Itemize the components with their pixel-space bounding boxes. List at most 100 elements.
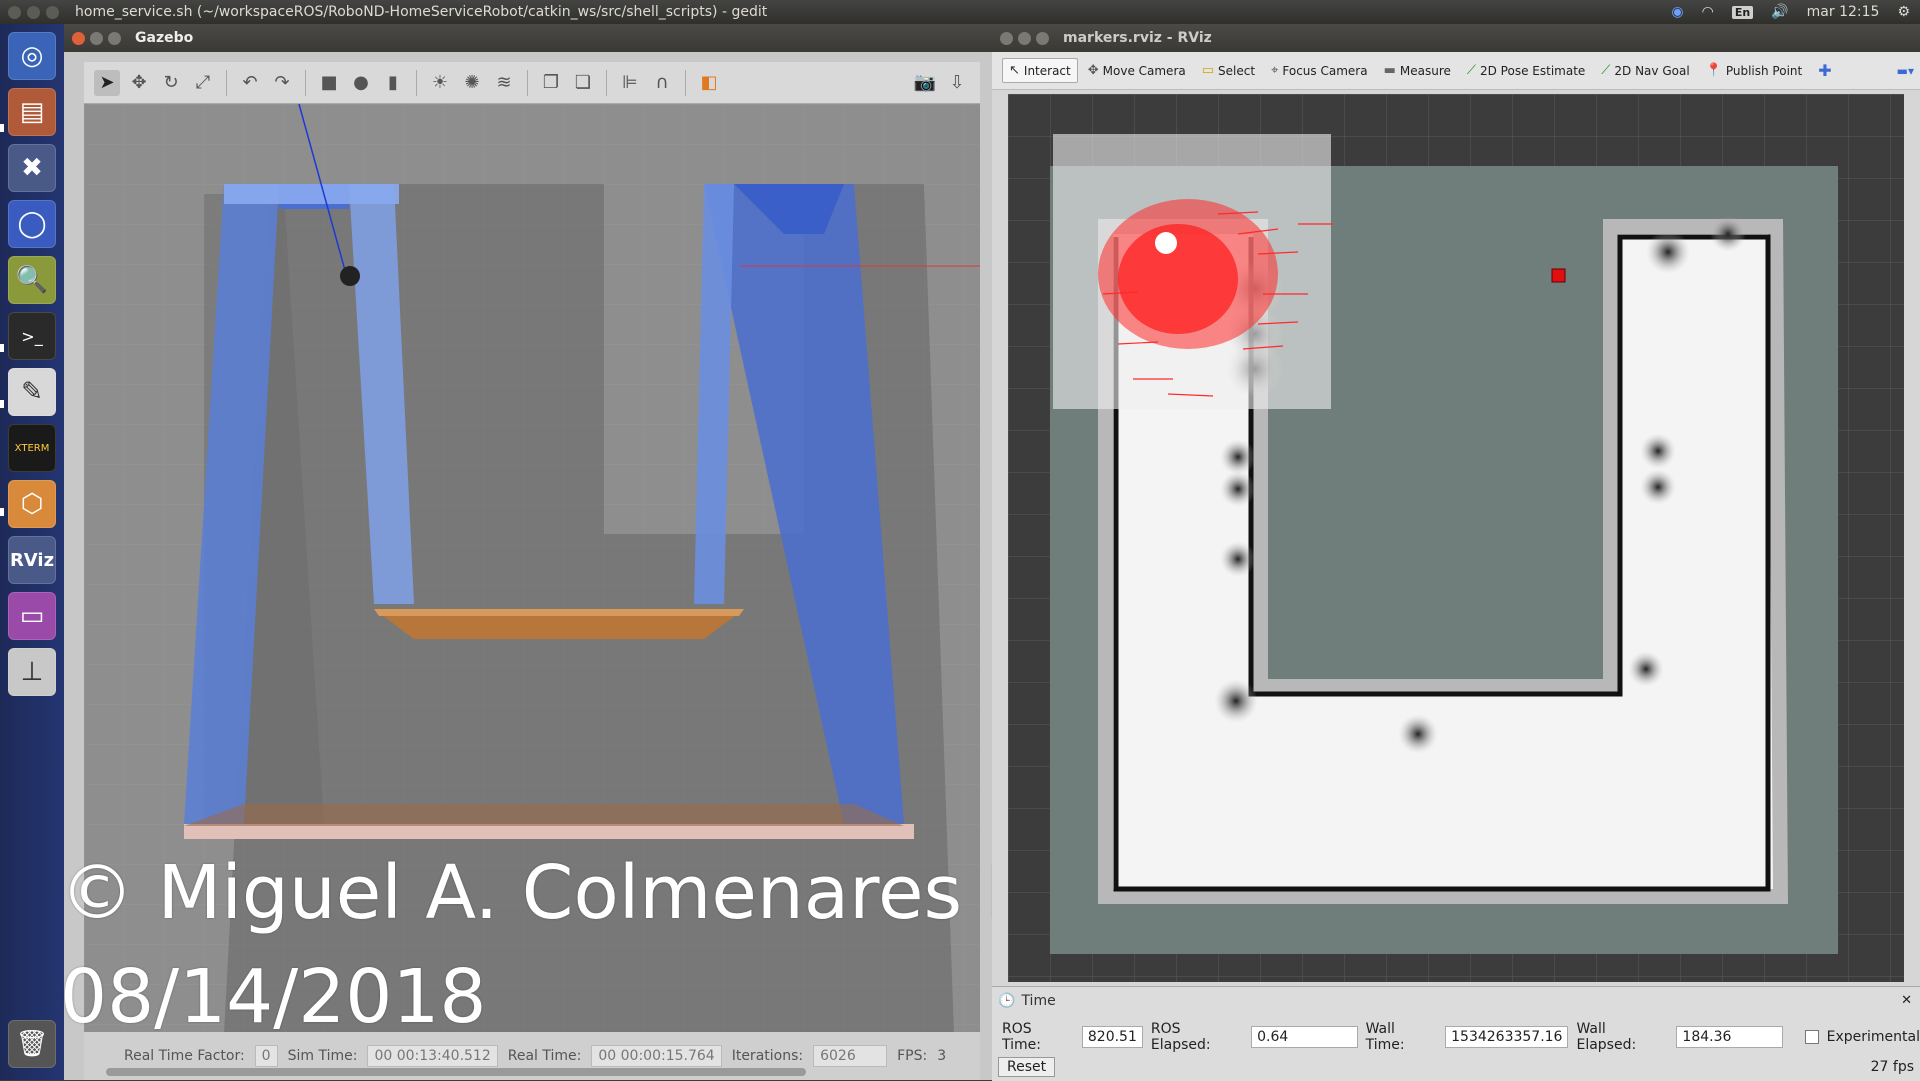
unity-launcher: ◎ ▤ ✖ ◯ 🔍 >_ ✎ XTERM ⬡ RViz ▭ ⊥ 🗑 (0, 24, 65, 1080)
view-angle-icon[interactable]: ◧ (696, 70, 722, 96)
minimize-icon[interactable] (1018, 31, 1031, 45)
scanner-icon[interactable]: ⊥ (8, 648, 56, 696)
rviz-3d-view[interactable] (1008, 94, 1904, 982)
point-light-icon[interactable]: ☀ (427, 70, 453, 96)
wall-elapsed-field[interactable]: 184.36 (1676, 1026, 1783, 1048)
xterm-icon[interactable]: XTERM (8, 424, 56, 472)
gazebo-titlebar[interactable]: Gazebo (64, 24, 992, 52)
volume-icon[interactable]: 🔊 (1771, 4, 1788, 20)
horizontal-scrollbar[interactable] (106, 1068, 806, 1076)
gear-icon[interactable]: ⚙ (1897, 4, 1910, 20)
focus-camera-icon: ⌖ (1271, 63, 1279, 78)
align-icon[interactable]: ⊫ (617, 70, 643, 96)
close-icon[interactable] (1000, 31, 1013, 45)
tool-label: Select (1218, 63, 1256, 78)
system-tray: ◉ ◠ En 🔊 mar 12:15 ⚙ (1671, 4, 1910, 20)
minimize-icon[interactable] (90, 31, 103, 45)
select-arrow-icon[interactable]: ➤ (94, 69, 120, 96)
window-icon[interactable]: ▭ (8, 592, 56, 640)
tool-focus-camera[interactable]: ⌖ Focus Camera (1265, 59, 1374, 82)
running-indicator (0, 508, 4, 516)
toolbar-separator (606, 69, 607, 96)
clock[interactable]: mar 12:15 (1807, 4, 1880, 20)
gazebo-window-controls[interactable] (72, 31, 121, 45)
rviz-tools-toolbar: ↖ Interact ✥ Move Camera ▭ Select ⌖ Focu… (992, 52, 1920, 90)
experimental-label: Experimental (1826, 1029, 1920, 1045)
rtf-label: Real Time Factor: (124, 1048, 245, 1064)
sphere-shape-icon[interactable]: ● (348, 70, 374, 96)
tool-interact[interactable]: ↖ Interact (1002, 58, 1078, 83)
chromium-tray-icon[interactable]: ◉ (1671, 4, 1683, 20)
tool-2d-pose-estimate[interactable]: ⟋ 2D Pose Estimate (1461, 59, 1591, 82)
snap-icon[interactable]: ∩ (649, 70, 675, 96)
maximize-icon[interactable] (108, 31, 121, 45)
maximize-icon[interactable] (46, 5, 59, 19)
tool-2d-nav-goal[interactable]: ⟋ 2D Nav Goal (1595, 59, 1695, 82)
cylinder-shape-icon[interactable]: ▮ (380, 70, 406, 96)
move-camera-icon: ✥ (1087, 63, 1099, 78)
close-icon[interactable] (8, 5, 21, 19)
terminal-icon[interactable]: >_ (8, 312, 56, 360)
translate-icon[interactable]: ✥ (126, 70, 152, 96)
gazebo-title: Gazebo (135, 30, 194, 46)
wifi-icon[interactable]: ◠ (1702, 4, 1714, 20)
tool-options-menu[interactable]: ▬▾ (1891, 60, 1920, 82)
add-tool-button[interactable]: ✚ (1812, 57, 1837, 84)
search-tool-icon[interactable]: 🔍 (8, 256, 56, 304)
tool-publish-point[interactable]: 📍 Publish Point (1700, 59, 1809, 82)
publish-point-icon: 📍 (1705, 63, 1722, 78)
directional-light-icon[interactable]: ≋ (491, 70, 517, 96)
reset-button[interactable]: Reset (998, 1057, 1056, 1077)
ros-elapsed-field[interactable]: 0.64 (1251, 1026, 1358, 1048)
close-icon[interactable] (72, 31, 85, 45)
nav-goal-icon: ⟋ (1601, 63, 1611, 78)
running-indicator (0, 124, 4, 132)
cursor-icon: ↖ (1009, 63, 1020, 78)
watermark-author: © Miguel A. Colmenares B. (60, 850, 1060, 936)
watermark-date: 08/14/2018 (60, 954, 487, 1040)
wall-time-label: Wall Time: (1365, 1021, 1405, 1053)
rviz-titlebar[interactable]: markers.rviz - RViz (992, 24, 1920, 52)
ros-time-field[interactable]: 820.51 (1081, 1026, 1143, 1048)
tool-label: 2D Nav Goal (1614, 63, 1690, 78)
ubuntu-dash-icon[interactable]: ◎ (8, 32, 56, 80)
trash-icon[interactable]: 🗑 (8, 1020, 56, 1068)
ros-time-label: ROS Time: (1002, 1021, 1041, 1053)
tool-select[interactable]: ▭ Select (1196, 59, 1261, 82)
tool-label: Move Camera (1102, 63, 1186, 78)
tool-measure[interactable]: ▬ Measure (1378, 59, 1457, 82)
copy-icon[interactable]: ❐ (538, 70, 564, 96)
box-shape-icon[interactable]: ■ (316, 70, 342, 96)
files-icon[interactable]: ▤ (8, 88, 56, 136)
screenshot-icon[interactable]: 📷 (912, 70, 938, 96)
settings-icon[interactable]: ✖ (8, 144, 56, 192)
toolbar-separator (685, 69, 686, 96)
scale-icon[interactable]: ⤢ (190, 70, 216, 96)
paste-icon[interactable]: ❏ (570, 70, 596, 96)
gazebo-toolbar: ➤ ✥ ↻ ⤢ ↶ ↷ ■ ● ▮ ☀ ✺ ≋ ❐ ❏ ⊫ ∩ ◧ 📷 ⇩ (84, 62, 980, 104)
gazebo-icon[interactable]: ⬡ (8, 480, 56, 528)
close-panel-icon[interactable]: ✕ (1901, 993, 1912, 1008)
tool-move-camera[interactable]: ✥ Move Camera (1082, 59, 1192, 82)
tool-label: 2D Pose Estimate (1479, 63, 1586, 78)
tool-label: Focus Camera (1282, 63, 1368, 78)
rotate-icon[interactable]: ↻ (158, 70, 184, 96)
ros-elapsed-label: ROS Elapsed: (1150, 1021, 1211, 1053)
maximize-icon[interactable] (1036, 31, 1049, 45)
keyboard-layout-indicator[interactable]: En (1731, 5, 1754, 19)
wall-time-field[interactable]: 1534263357.16 (1445, 1026, 1569, 1048)
experimental-checkbox[interactable] (1804, 1030, 1819, 1044)
undo-icon[interactable]: ↶ (237, 70, 263, 96)
rviz-icon[interactable]: RViz (8, 536, 56, 584)
minimize-icon[interactable] (27, 5, 40, 19)
iterations-value: 6026 (813, 1045, 888, 1067)
log-icon[interactable]: ⇩ (944, 70, 970, 96)
redo-icon[interactable]: ↷ (269, 70, 295, 96)
spot-light-icon[interactable]: ✺ (459, 70, 485, 96)
sim-time-value: 00 00:13:40.512 (367, 1045, 498, 1067)
gedit-window-controls[interactable] (8, 5, 59, 19)
chromium-icon[interactable]: ◯ (8, 200, 56, 248)
text-editor-icon[interactable]: ✎ (8, 368, 56, 416)
rviz-window-controls[interactable] (1000, 31, 1049, 45)
fps-value: 3 (937, 1048, 947, 1064)
